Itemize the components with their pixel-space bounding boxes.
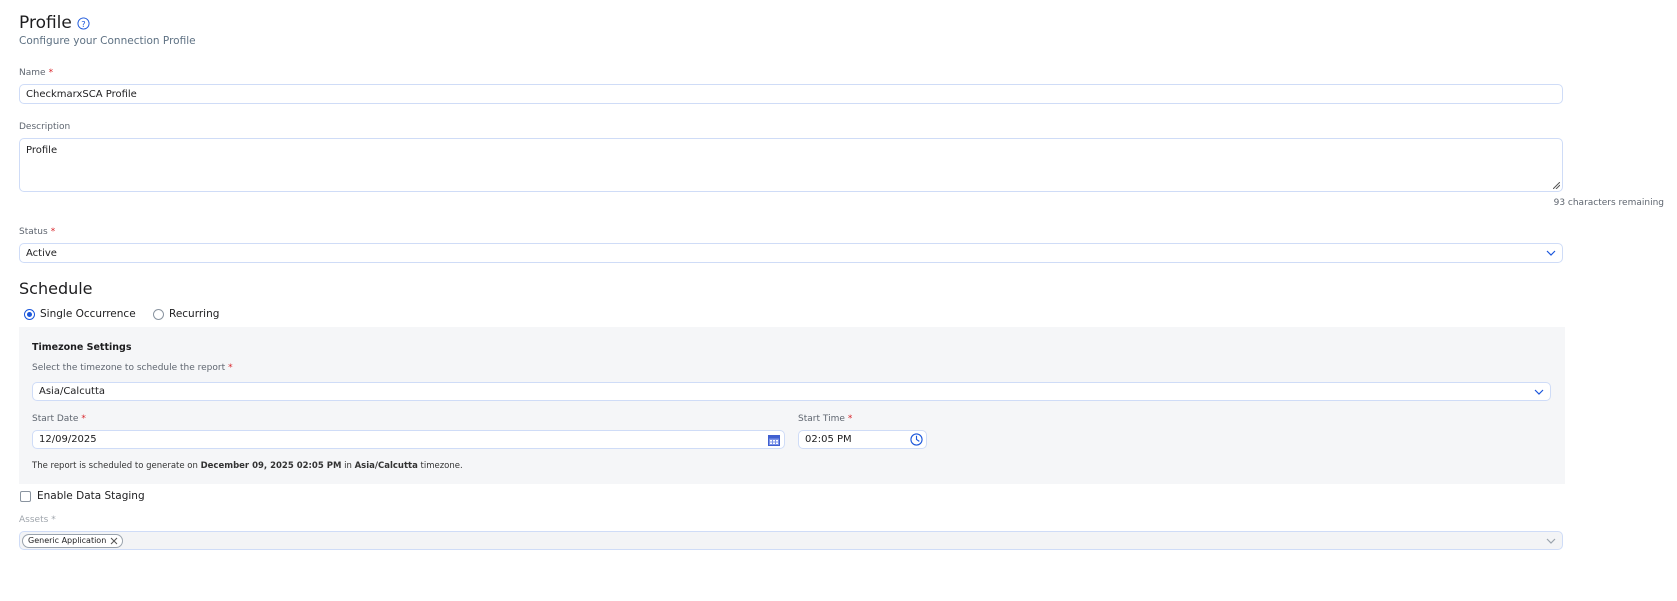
page-subtitle: Configure your Connection Profile bbox=[19, 35, 196, 47]
radio-label: Single Occurrence bbox=[40, 308, 136, 320]
radio-label: Recurring bbox=[169, 308, 220, 320]
asset-chip-label: Generic Application bbox=[28, 536, 107, 545]
assets-label: Assets * bbox=[19, 515, 56, 525]
clock-icon[interactable] bbox=[910, 433, 923, 446]
description-label: Description bbox=[19, 122, 71, 132]
timezone-label: Select the timezone to schedule the repo… bbox=[32, 363, 233, 373]
calendar-icon[interactable] bbox=[768, 434, 780, 446]
status-value: Active bbox=[26, 247, 57, 259]
assets-multiselect[interactable]: Generic Application bbox=[19, 531, 1563, 550]
page-title: Profile bbox=[19, 13, 72, 33]
asset-chip: Generic Application bbox=[22, 533, 124, 548]
start-time-label: Start Time * bbox=[798, 414, 853, 424]
timezone-select[interactable]: Asia/Calcutta bbox=[32, 382, 1551, 401]
resize-handle-icon[interactable] bbox=[1553, 182, 1560, 189]
start-date-label: Start Date * bbox=[32, 414, 86, 424]
chevron-down-icon bbox=[1534, 389, 1544, 395]
name-input[interactable]: CheckmarxSCA Profile bbox=[19, 84, 1563, 104]
page-title-row: Profile ? bbox=[19, 13, 90, 33]
name-label: Name * bbox=[19, 68, 54, 78]
checkbox-label: Enable Data Staging bbox=[37, 490, 145, 502]
help-icon[interactable]: ? bbox=[77, 16, 90, 30]
timezone-settings-heading: Timezone Settings bbox=[32, 342, 132, 353]
character-counter: 93 characters remaining bbox=[1553, 198, 1664, 208]
close-icon[interactable] bbox=[110, 537, 118, 545]
description-textarea[interactable]: Profile bbox=[19, 138, 1563, 192]
start-date-input[interactable]: 12/09/2025 bbox=[32, 430, 785, 449]
radio-recurring[interactable]: Recurring bbox=[153, 308, 219, 320]
start-date-value: 12/09/2025 bbox=[39, 434, 97, 445]
description-value: Profile bbox=[26, 145, 58, 156]
status-select[interactable]: Active bbox=[19, 243, 1563, 263]
checkbox[interactable] bbox=[20, 490, 31, 502]
enable-data-staging-checkbox[interactable]: Enable Data Staging bbox=[20, 490, 145, 502]
radio-button[interactable] bbox=[153, 308, 164, 320]
schedule-summary: The report is scheduled to generate on D… bbox=[32, 461, 463, 471]
chevron-down-icon bbox=[1546, 538, 1556, 544]
chevron-down-icon bbox=[1546, 250, 1556, 256]
start-time-input[interactable]: 02:05 PM bbox=[798, 430, 927, 449]
schedule-heading: Schedule bbox=[19, 279, 93, 298]
status-label: Status * bbox=[19, 227, 56, 237]
radio-single-occurrence[interactable]: Single Occurrence bbox=[24, 308, 136, 320]
radio-button-selected[interactable] bbox=[24, 308, 35, 320]
timezone-value: Asia/Calcutta bbox=[39, 386, 106, 397]
svg-text:?: ? bbox=[81, 18, 85, 28]
start-time-value: 02:05 PM bbox=[805, 434, 852, 445]
